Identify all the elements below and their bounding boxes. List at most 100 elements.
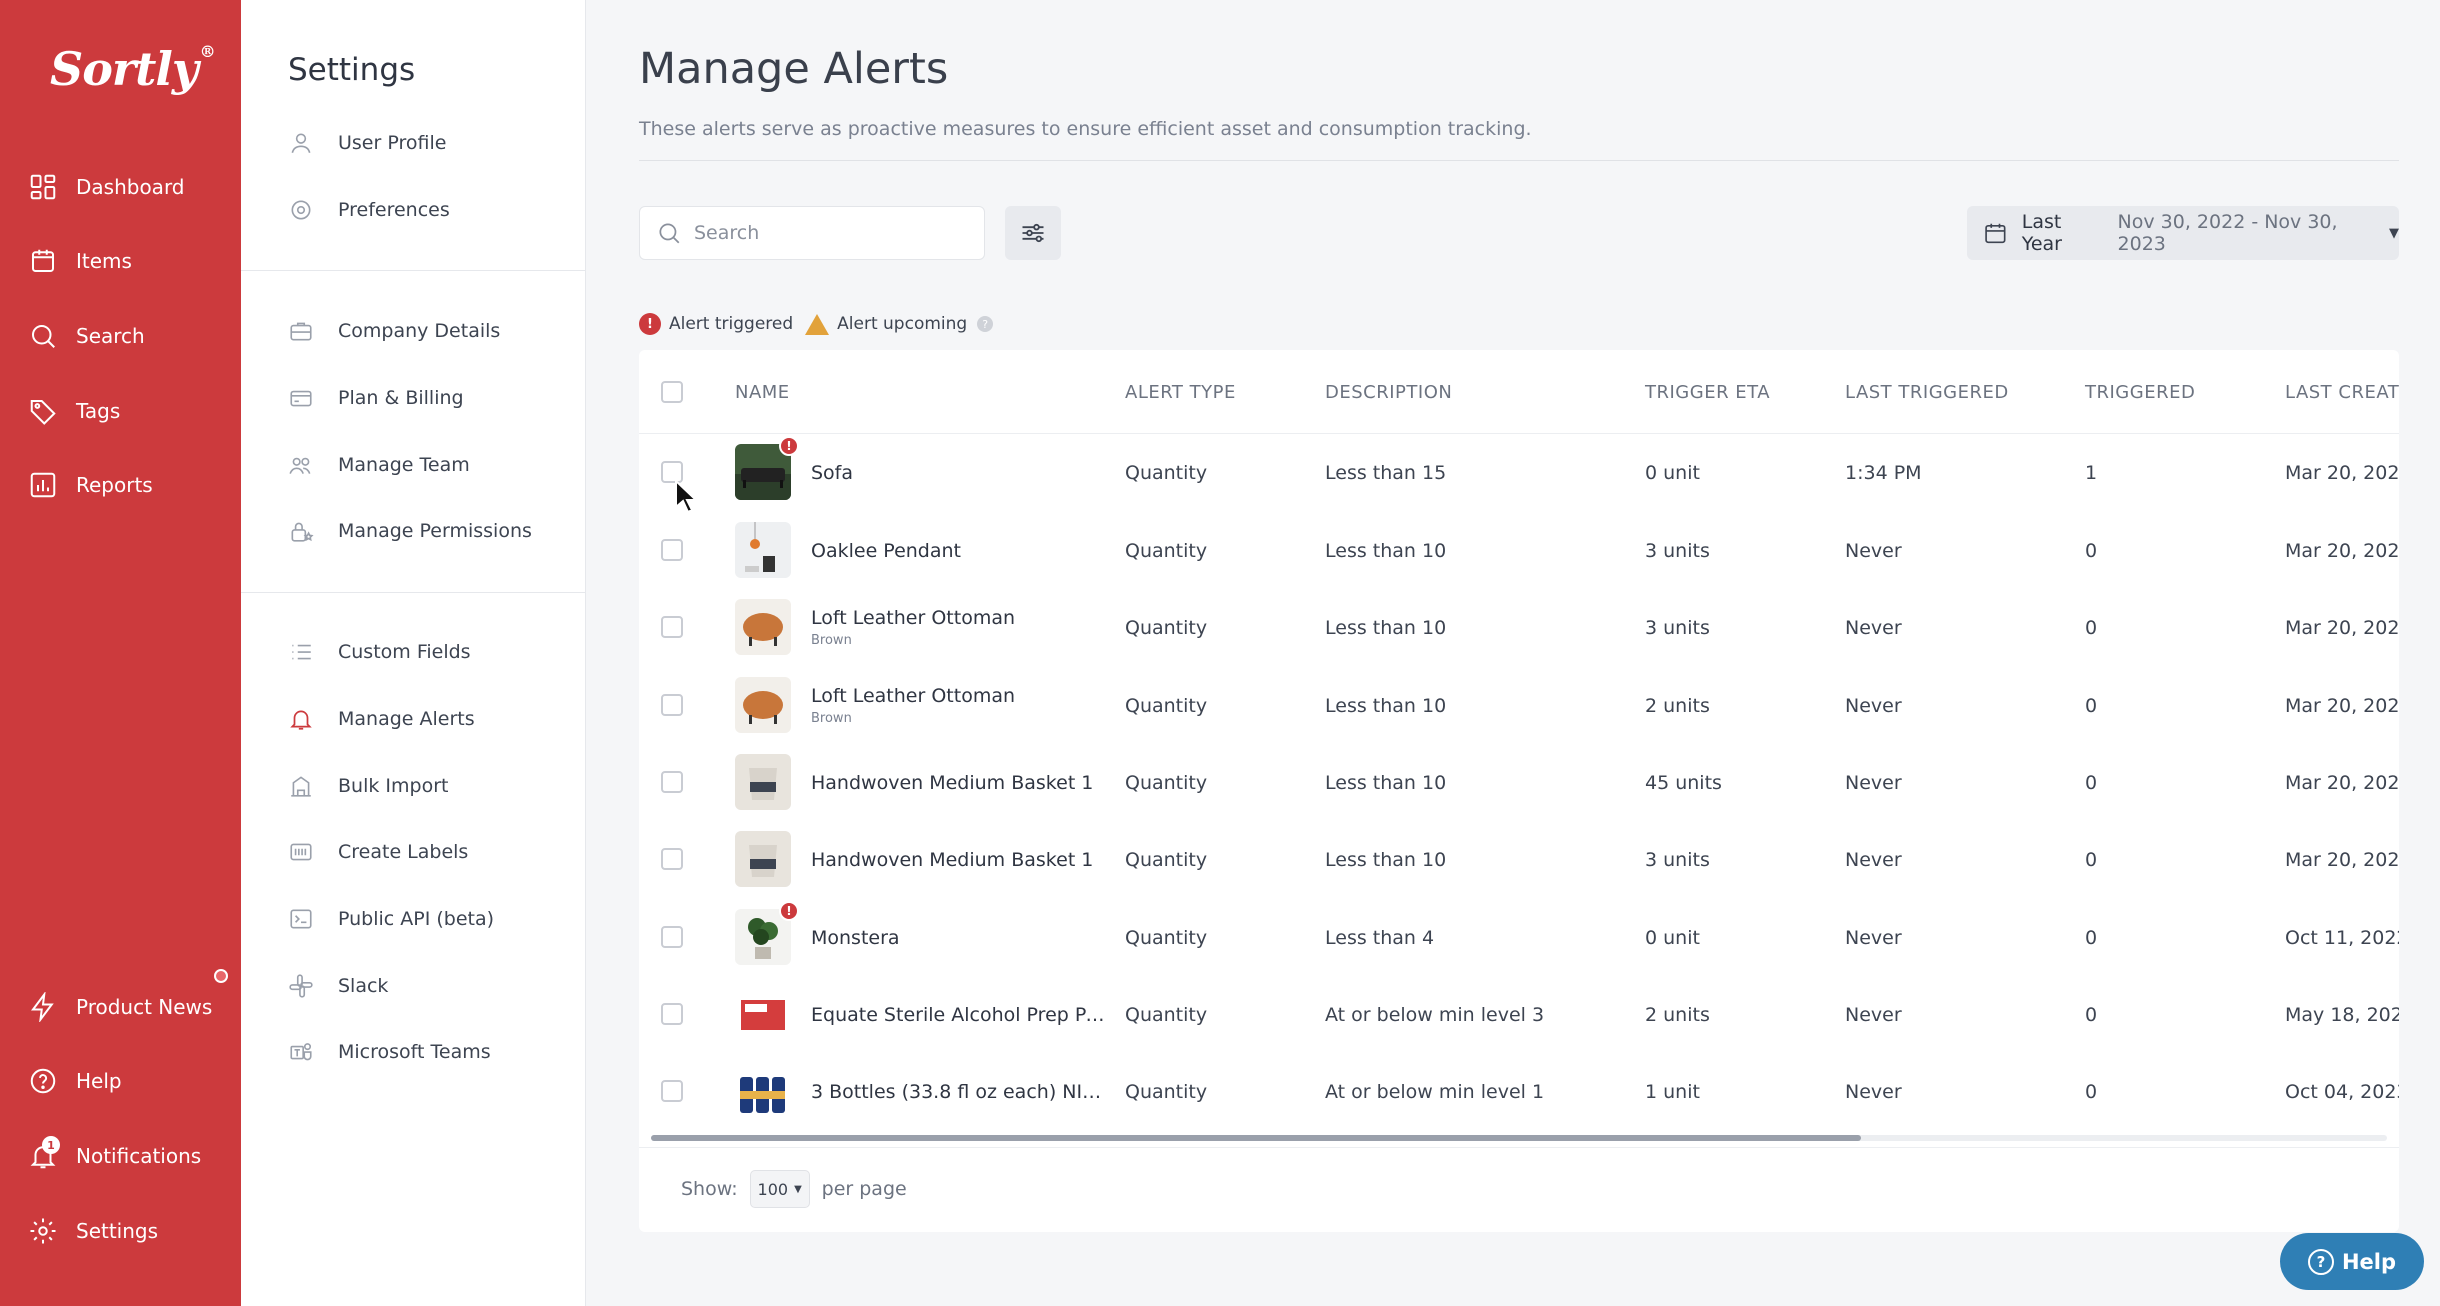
scrollbar-thumb[interactable] [651, 1135, 1861, 1141]
help-icon [30, 1068, 56, 1094]
page-title: Manage Alerts [639, 44, 949, 94]
nav-items[interactable]: Items [0, 231, 241, 291]
item-variant: Brown [811, 633, 852, 648]
info-icon[interactable]: ? [977, 316, 994, 332]
settings-manage-alerts[interactable]: Manage Alerts [241, 693, 585, 745]
item-thumbnail[interactable] [735, 1063, 791, 1119]
col-trigger-eta[interactable]: TRIGGER ETA [1645, 350, 1770, 434]
settings-preferences[interactable]: Preferences [241, 184, 585, 236]
row-checkbox[interactable] [661, 848, 683, 870]
item-name-cell[interactable]: Equate Sterile Alcohol Prep Pa... [811, 976, 1111, 1053]
credit-card-icon [290, 390, 312, 407]
nav-settings[interactable]: Settings [0, 1201, 241, 1261]
table-row[interactable]: Handwoven Medium Basket 1 Quantity Less th… [639, 744, 2399, 821]
table-row[interactable]: Handwoven Medium Basket 1 Quantity Less th… [639, 821, 2399, 898]
item-name-cell[interactable]: Loft Leather Ottoman Brown [811, 589, 1111, 666]
item-thumbnail[interactable] [735, 677, 791, 733]
col-triggered[interactable]: TRIGGERED [2085, 350, 2195, 434]
table-row[interactable]: Loft Leather Ottoman Brown Quantity Less th… [639, 589, 2399, 666]
table-row[interactable]: Oaklee Pendant Quantity Less than 10 3 unit… [639, 512, 2399, 589]
alert-type-cell: Quantity [1125, 771, 1208, 794]
list-icon [292, 644, 311, 660]
nav-tags[interactable]: Tags [0, 381, 241, 441]
lock-star-icon [291, 522, 314, 542]
settings-bulk-import[interactable]: Bulk Import [241, 760, 585, 812]
table-row[interactable]: Loft Leather Ottoman Brown Quantity Less th… [639, 667, 2399, 744]
help-button-label: Help [2341, 1249, 2397, 1274]
item-thumbnail[interactable] [735, 831, 791, 887]
per-page-label: per page [821, 1178, 907, 1200]
settings-plan-billing[interactable]: Plan & Billing [241, 372, 585, 424]
header-divider [639, 160, 2399, 161]
last-created-cell: Mar 20, 2023 [2285, 694, 2399, 717]
settings-manage-permissions[interactable]: Manage Permissions [241, 505, 585, 557]
item-name-cell[interactable]: Handwoven Medium Basket 1 [811, 744, 1111, 821]
item-thumbnail[interactable] [735, 522, 791, 578]
search-icon [659, 223, 680, 244]
item-name-cell[interactable]: 3 Bottles (33.8 fl oz each) NIVE... [811, 1053, 1111, 1130]
item-name: Sofa [811, 461, 854, 484]
settings-create-labels[interactable]: Create Labels [241, 826, 585, 878]
item-name-cell[interactable]: Oaklee Pendant [811, 512, 1111, 589]
settings-manage-team[interactable]: Manage Team [241, 439, 585, 491]
settings-microsoft-teams[interactable]: Microsoft Teams [241, 1026, 585, 1078]
col-alert-type[interactable]: ALERT TYPE [1125, 350, 1236, 434]
settings-public-api[interactable]: Public API (beta) [241, 893, 585, 945]
triggered-count-cell: 0 [2085, 694, 2098, 717]
triggered-count-cell: 0 [2085, 848, 2098, 871]
table-row[interactable]: 3 Bottles (33.8 fl oz each) NIVE... Quant… [639, 1053, 2399, 1130]
col-last-created[interactable]: LAST CREAT [2285, 350, 2399, 434]
sortly-logo[interactable]: Sortly ® [50, 42, 216, 96]
settings-title: Settings [288, 52, 416, 88]
item-thumbnail[interactable] [735, 599, 791, 655]
row-checkbox[interactable] [661, 616, 683, 638]
last-created-cell: Mar 20, 2023 [2285, 771, 2399, 794]
row-checkbox[interactable] [661, 1080, 683, 1102]
col-name[interactable]: NAME [735, 350, 790, 434]
nav-search[interactable]: Search [0, 306, 241, 366]
settings-custom-fields[interactable]: Custom Fields [241, 626, 585, 678]
search-input[interactable] [694, 222, 954, 244]
date-range-picker[interactable]: Last Year Nov 30, 2022 - Nov 30, 2023 ▼ [1967, 206, 2399, 260]
per-page-select[interactable]: 100 ▼ [749, 1170, 810, 1208]
row-checkbox[interactable] [661, 771, 683, 793]
nav-help[interactable]: Help [0, 1051, 241, 1111]
nav-product-news[interactable]: Product News [0, 977, 241, 1037]
row-checkbox[interactable] [661, 926, 683, 948]
help-chat-button[interactable]: ? Help [2280, 1233, 2424, 1290]
settings-company-details[interactable]: Company Details [241, 305, 585, 357]
row-checkbox[interactable] [661, 694, 683, 716]
item-thumbnail[interactable] [735, 754, 791, 810]
triggered-count-cell: 0 [2085, 1003, 2098, 1026]
nav-reports[interactable]: Reports [0, 455, 241, 515]
item-name-cell[interactable]: Loft Leather Ottoman Brown [811, 667, 1111, 744]
item-name-cell[interactable]: Handwoven Medium Basket 1 [811, 821, 1111, 898]
table-row[interactable]: ! Sofa Quantity Less than 15 0 unit 1:34 PM 1 M… [639, 434, 2399, 511]
search-box[interactable] [639, 206, 985, 260]
col-description[interactable]: DESCRIPTION [1325, 350, 1452, 434]
col-last-triggered[interactable]: LAST TRIGGERED [1845, 350, 2009, 434]
alert-type-cell: Quantity [1125, 1080, 1208, 1103]
item-name-cell[interactable]: Monstera [811, 899, 1111, 976]
nav-dashboard[interactable]: Dashboard [0, 157, 241, 217]
team-icon [289, 457, 311, 474]
settings-slack[interactable]: Slack [241, 960, 585, 1012]
settings-item-label: Create Labels [338, 841, 469, 863]
item-thumbnail[interactable] [735, 986, 791, 1042]
select-all-checkbox[interactable] [661, 381, 683, 403]
horizontal-scrollbar[interactable] [651, 1135, 2387, 1141]
table-row[interactable]: ! Monstera Quantity Less than 4 0 unit Never 0… [639, 899, 2399, 976]
filter-button[interactable] [1005, 206, 1061, 260]
caret-down-icon: ▼ [794, 1183, 802, 1195]
last-created-cell: Oct 04, 2023 [2285, 1080, 2399, 1103]
settings-user-profile[interactable]: User Profile [241, 117, 585, 169]
item-name-cell[interactable]: Sofa [811, 434, 1111, 511]
gear-icon [291, 200, 311, 220]
row-checkbox[interactable] [661, 1003, 683, 1025]
description-cell: At or below min level 1 [1325, 1080, 1545, 1103]
alert-legend: ! Alert triggered Alert upcoming ? [639, 313, 994, 335]
trigger-eta-cell: 0 unit [1645, 926, 1700, 949]
nav-notifications[interactable]: Notifications [0, 1126, 241, 1186]
row-checkbox[interactable] [661, 539, 683, 561]
table-row[interactable]: Equate Sterile Alcohol Prep Pa... Quantit… [639, 976, 2399, 1053]
